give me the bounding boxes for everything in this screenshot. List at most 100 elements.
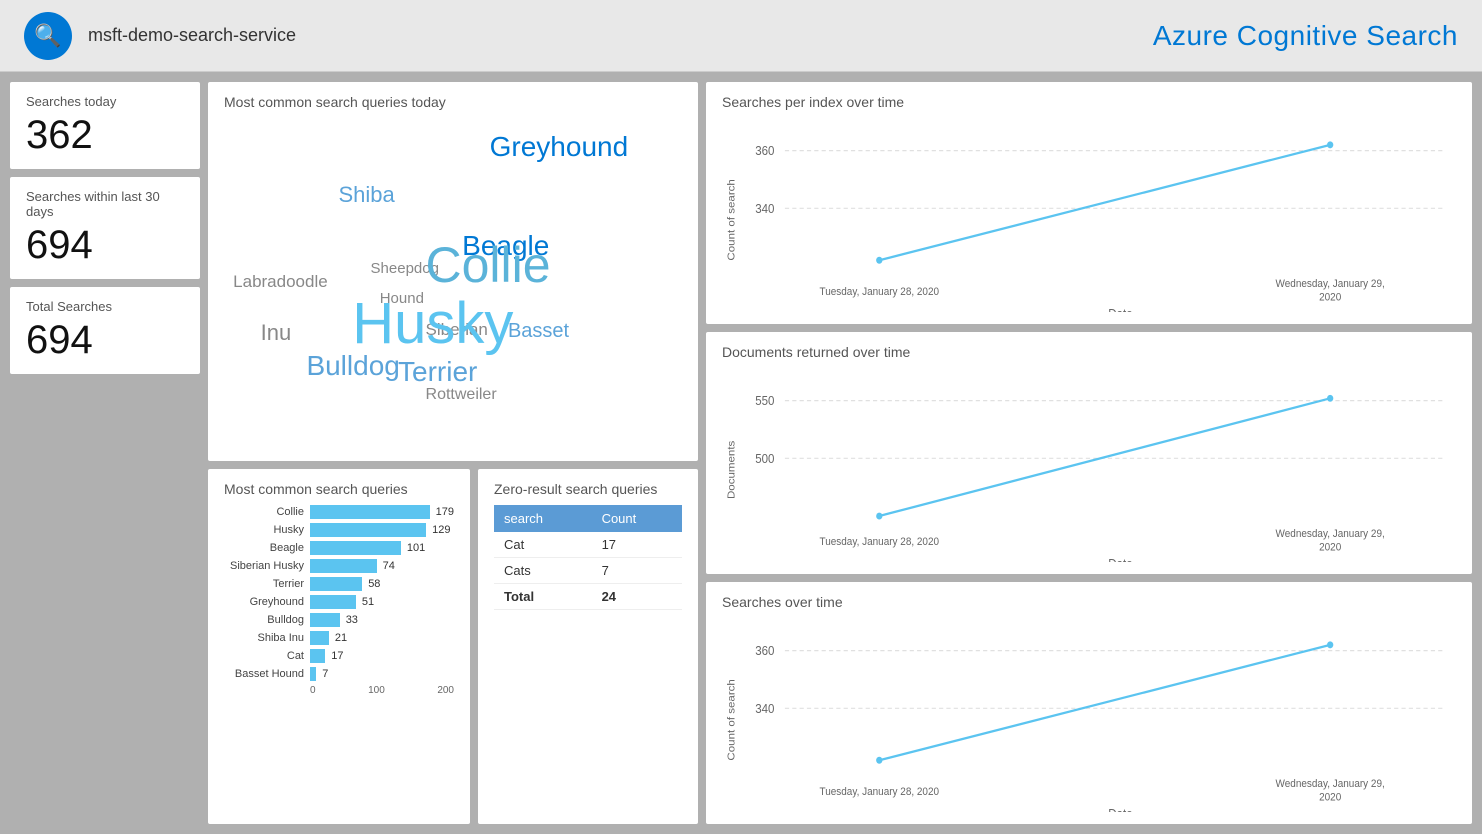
bar-value: 33 bbox=[346, 614, 358, 626]
bar-row: Greyhound 51 bbox=[224, 595, 454, 609]
searches-per-index-chart: 360 340 Tuesday, January 28, 2020 Wednes… bbox=[722, 116, 1456, 312]
bar-value: 58 bbox=[368, 578, 380, 590]
zero-result-table: search Count Cat17Cats7Total24 bbox=[494, 505, 682, 610]
svg-text:Count of search: Count of search bbox=[726, 679, 737, 760]
svg-text:340: 340 bbox=[755, 201, 774, 216]
bar-label: Cat bbox=[224, 650, 304, 662]
documents-returned-card: Documents returned over time 550 500 Tue… bbox=[706, 332, 1472, 574]
bar-fill bbox=[310, 559, 377, 573]
table-row: Cats7 bbox=[494, 558, 682, 584]
svg-text:Wednesday, January 29,: Wednesday, January 29, bbox=[1276, 278, 1385, 290]
bar-label: Beagle bbox=[224, 542, 304, 554]
bar-label: Terrier bbox=[224, 578, 304, 590]
bar-value: 179 bbox=[436, 506, 454, 518]
bar-label: Siberian Husky bbox=[224, 560, 304, 572]
svg-text:Tuesday, January 28, 2020: Tuesday, January 28, 2020 bbox=[820, 537, 940, 549]
svg-text:Tuesday, January 28, 2020: Tuesday, January 28, 2020 bbox=[820, 287, 940, 299]
bar-value: 129 bbox=[432, 524, 450, 536]
table-row: Cat17 bbox=[494, 532, 682, 558]
bar-fill bbox=[310, 613, 340, 627]
svg-text:Count of search: Count of search bbox=[726, 179, 737, 260]
total-value: 24 bbox=[592, 584, 682, 610]
bar-row: Shiba Inu21 bbox=[224, 631, 454, 645]
searches-over-time-title: Searches over time bbox=[722, 594, 1456, 610]
bar-chart: Collie 179 Husky 129 Beagle 101 Siberian Husky… bbox=[224, 505, 454, 681]
bottom-row: Most common search queries Collie179Husk… bbox=[208, 469, 698, 824]
searches-today-value: 362 bbox=[26, 113, 184, 157]
table-cell-count: 17 bbox=[592, 532, 682, 558]
svg-text:Wednesday, January 29,: Wednesday, January 29, bbox=[1276, 778, 1385, 790]
bar-label: Collie bbox=[224, 506, 304, 518]
bar-label: Greyhound bbox=[224, 596, 304, 608]
word-cloud-word: Shiba bbox=[339, 182, 395, 208]
bar-value: 51 bbox=[362, 596, 374, 608]
header: 🔍 msft-demo-search-service Azure Cogniti… bbox=[0, 0, 1482, 72]
left-column: Searches today 362 Searches within last … bbox=[10, 82, 200, 824]
bar-fill bbox=[310, 649, 325, 663]
word-cloud: GreyhoundBeagleShibaSheepdogHoundLabrado… bbox=[224, 116, 682, 416]
searches-per-index-card: Searches per index over time 360 340 Tue… bbox=[706, 82, 1472, 324]
svg-text:550: 550 bbox=[755, 394, 774, 409]
svg-text:Wednesday, January 29,: Wednesday, January 29, bbox=[1276, 528, 1385, 540]
bar-row: Basset Hound 7 bbox=[224, 667, 454, 681]
table-cell-search: Cat bbox=[494, 532, 592, 558]
svg-text:Date: Date bbox=[1108, 556, 1133, 562]
searches-30d-value: 694 bbox=[26, 223, 184, 267]
bar-axis: 0100200 bbox=[224, 685, 454, 696]
header-left: 🔍 msft-demo-search-service bbox=[24, 12, 296, 60]
bar-fill bbox=[310, 667, 316, 681]
word-cloud-title: Most common search queries today bbox=[224, 94, 682, 110]
word-cloud-word: Rottweiler bbox=[426, 386, 497, 404]
bar-fill bbox=[310, 505, 430, 519]
word-cloud-word: Greyhound bbox=[490, 131, 629, 163]
bar-label: Basset Hound bbox=[224, 668, 304, 680]
bar-row: Terrier 58 bbox=[224, 577, 454, 591]
main-content: Searches today 362 Searches within last … bbox=[0, 72, 1482, 834]
brand-title: Azure Cognitive Search bbox=[1153, 20, 1458, 52]
searches-over-time-chart: 360 340 Tuesday, January 28, 2020 Wednes… bbox=[722, 616, 1456, 812]
bar-value: 7 bbox=[322, 668, 328, 680]
bar-chart-card: Most common search queries Collie179Husk… bbox=[208, 469, 470, 824]
svg-text:2020: 2020 bbox=[1319, 792, 1341, 804]
bar-value: 101 bbox=[407, 542, 425, 554]
axis-label: 0 bbox=[310, 685, 316, 696]
zero-result-table-card: Zero-result search queries search Count … bbox=[478, 469, 698, 824]
table-cell-count: 7 bbox=[592, 558, 682, 584]
svg-text:500: 500 bbox=[755, 451, 774, 466]
right-column: Searches per index over time 360 340 Tue… bbox=[706, 82, 1472, 824]
searches-today-card: Searches today 362 bbox=[10, 82, 200, 169]
word-cloud-word: Husky bbox=[352, 290, 513, 357]
bar-row: Husky 129 bbox=[224, 523, 454, 537]
searches-today-label: Searches today bbox=[26, 94, 184, 109]
searches-30d-label: Searches within last 30 days bbox=[26, 189, 184, 219]
col-search: search bbox=[494, 505, 592, 532]
svg-text:Documents: Documents bbox=[726, 440, 737, 499]
word-cloud-word: Terrier bbox=[398, 356, 477, 388]
bar-fill bbox=[310, 523, 426, 537]
table-cell-search: Cats bbox=[494, 558, 592, 584]
svg-text:340: 340 bbox=[755, 701, 774, 716]
axis-label: 200 bbox=[437, 685, 454, 696]
bar-label: Bulldog bbox=[224, 614, 304, 626]
bar-fill bbox=[310, 595, 356, 609]
searches-over-time-card: Searches over time 360 340 Tuesday, Janu… bbox=[706, 582, 1472, 824]
bar-label: Husky bbox=[224, 524, 304, 536]
logo-icon: 🔍 bbox=[24, 12, 72, 60]
svg-text:360: 360 bbox=[755, 644, 774, 659]
svg-text:360: 360 bbox=[755, 144, 774, 159]
service-name: msft-demo-search-service bbox=[88, 25, 296, 46]
table-total-row: Total24 bbox=[494, 584, 682, 610]
word-cloud-word: Labradoodle bbox=[233, 272, 328, 292]
documents-returned-title: Documents returned over time bbox=[722, 344, 1456, 360]
bar-value: 74 bbox=[383, 560, 395, 572]
total-searches-label: Total Searches bbox=[26, 299, 184, 314]
searches-30d-card: Searches within last 30 days 694 bbox=[10, 177, 200, 279]
word-cloud-word: Basset bbox=[508, 320, 569, 343]
svg-text:Date: Date bbox=[1108, 306, 1133, 312]
bar-row: Siberian Husky 74 bbox=[224, 559, 454, 573]
svg-text:2020: 2020 bbox=[1319, 292, 1341, 304]
svg-text:Date: Date bbox=[1108, 806, 1133, 812]
total-label: Total bbox=[494, 584, 592, 610]
svg-text:2020: 2020 bbox=[1319, 542, 1341, 554]
middle-column: Most common search queries today Greyhou… bbox=[208, 82, 698, 824]
